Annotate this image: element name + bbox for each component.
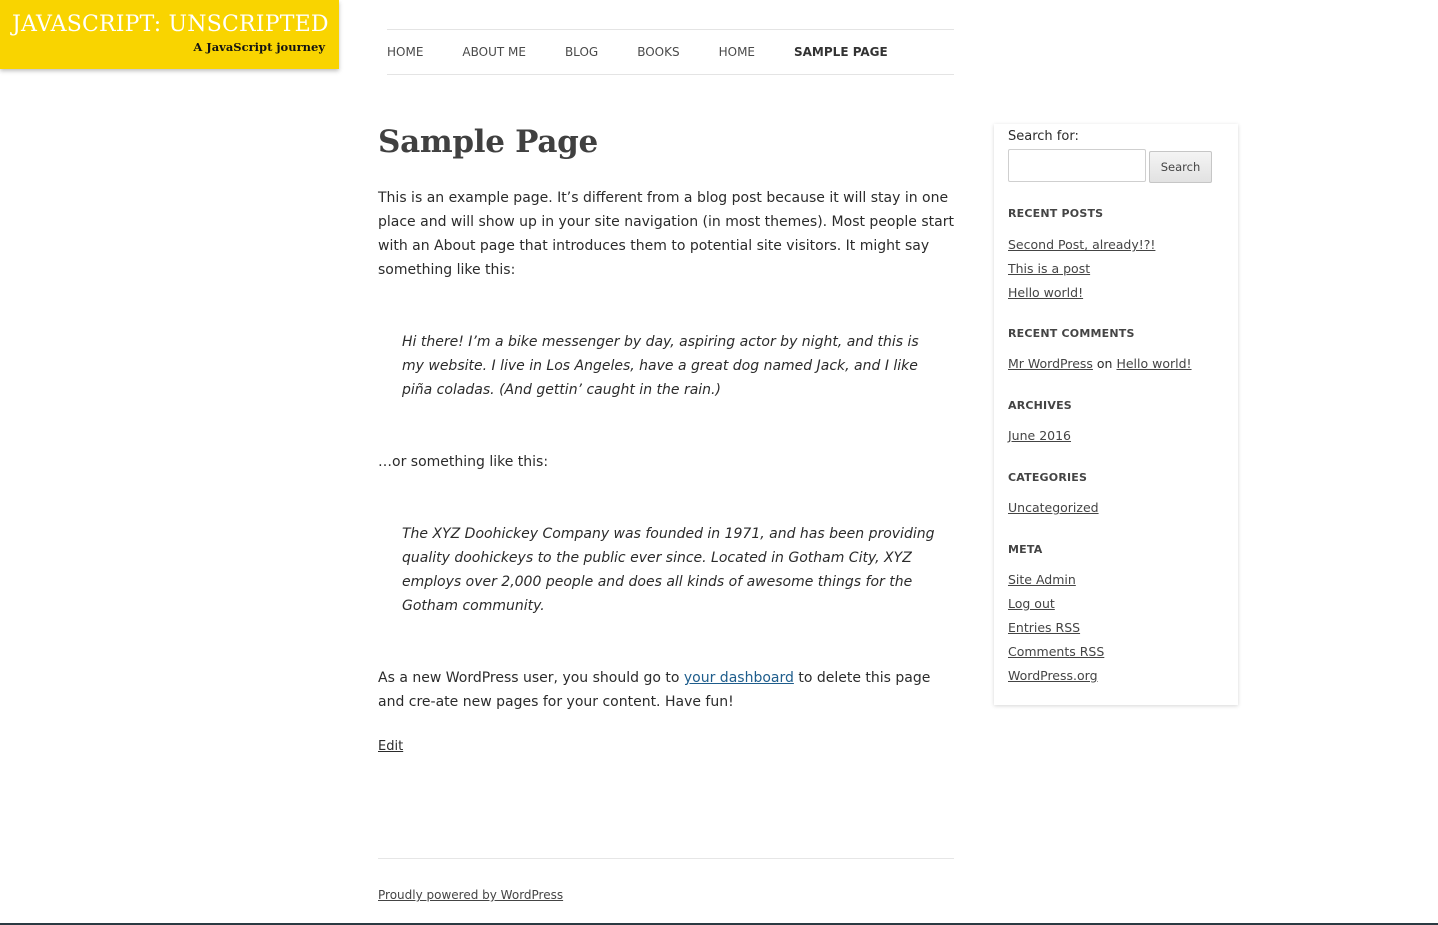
- quote-doohickey-company: The XYZ Doohickey Company was founded in…: [402, 526, 935, 614]
- comment-author-link[interactable]: Mr WordPress: [1008, 356, 1093, 371]
- page-title: Sample Page: [378, 124, 598, 160]
- archives-list: June 2016: [1008, 424, 1228, 448]
- search-button[interactable]: Search: [1149, 151, 1212, 183]
- meta-site-admin-link[interactable]: Site Admin: [1008, 572, 1076, 587]
- quote-bike-messenger: Hi there! I’m a bike messenger by day, a…: [402, 334, 919, 398]
- widget-categories: CATEGORIES Uncategorized: [1008, 470, 1228, 520]
- outro-text-before: As a new WordPress user, you should go t…: [378, 670, 684, 686]
- comment-on-text: on: [1092, 356, 1117, 371]
- recent-post-link[interactable]: Hello world!: [1008, 285, 1083, 300]
- list-item: This is a post: [1008, 257, 1228, 281]
- nav-item-about-me[interactable]: ABOUT ME: [462, 45, 526, 59]
- search-label: Search for:: [1008, 129, 1079, 144]
- list-item: Mr WordPress on Hello world!: [1008, 352, 1228, 376]
- widget-recent-comments: RECENT COMMENTS Mr WordPress on Hello wo…: [1008, 326, 1228, 376]
- main-content: Sample Page This is an example page. It’…: [378, 120, 954, 754]
- widget-recent-posts: RECENT POSTS Second Post, already!?! Thi…: [1008, 206, 1228, 305]
- meta-entries-rss-link[interactable]: Entries RSS: [1008, 620, 1080, 635]
- recent-posts-list: Second Post, already!?! This is a post H…: [1008, 233, 1228, 305]
- archives-title: ARCHIVES: [1008, 399, 1072, 412]
- list-item: Entries RSS: [1008, 616, 1228, 640]
- outro-paragraph: As a new WordPress user, you should go t…: [378, 666, 954, 714]
- widget-archives: ARCHIVES June 2016: [1008, 398, 1228, 448]
- edit-link[interactable]: Edit: [378, 739, 403, 754]
- middle-paragraph: …or something like this:: [378, 454, 549, 470]
- nav-item-books[interactable]: BOOKS: [637, 45, 679, 59]
- search-input[interactable]: [1008, 149, 1146, 182]
- footer-divider: [378, 858, 954, 859]
- meta-wordpress-org-link[interactable]: WordPress.org: [1008, 668, 1098, 683]
- recent-post-link[interactable]: This is a post: [1008, 261, 1090, 276]
- meta-title: META: [1008, 543, 1043, 556]
- main-navigation: HOME ABOUT ME BLOG BOOKS HOME SAMPLE PAG…: [387, 29, 954, 75]
- site-description: A JavaScript journey: [193, 40, 325, 54]
- categories-list: Uncategorized: [1008, 496, 1228, 520]
- nav-item-home[interactable]: HOME: [387, 45, 423, 59]
- powered-by-link[interactable]: Proudly powered by WordPress: [378, 888, 563, 902]
- site-title-link[interactable]: JAVASCRIPT: UNSCRIPTED: [12, 12, 328, 37]
- recent-posts-title: RECENT POSTS: [1008, 207, 1104, 220]
- nav-item-home-2[interactable]: HOME: [719, 45, 755, 59]
- list-item: Uncategorized: [1008, 496, 1228, 520]
- list-item: WordPress.org: [1008, 664, 1228, 688]
- list-item: Site Admin: [1008, 568, 1228, 592]
- dashboard-link[interactable]: your dashboard: [684, 670, 794, 686]
- categories-title: CATEGORIES: [1008, 471, 1088, 484]
- category-link[interactable]: Uncategorized: [1008, 500, 1099, 515]
- sidebar: Search for: Search RECENT POSTS Second P…: [994, 124, 1238, 705]
- recent-post-link[interactable]: Second Post, already!?!: [1008, 237, 1155, 252]
- nav-item-blog[interactable]: BLOG: [565, 45, 598, 59]
- archive-link[interactable]: June 2016: [1008, 428, 1071, 443]
- recent-comments-list: Mr WordPress on Hello world!: [1008, 352, 1228, 376]
- site-header-badge: JAVASCRIPT: UNSCRIPTED A JavaScript jour…: [0, 0, 339, 69]
- intro-paragraph: This is an example page. It’s different …: [378, 190, 954, 278]
- meta-comments-rss-link[interactable]: Comments RSS: [1008, 644, 1104, 659]
- list-item: Hello world!: [1008, 281, 1228, 305]
- list-item: Second Post, already!?!: [1008, 233, 1228, 257]
- meta-list: Site Admin Log out Entries RSS Comments …: [1008, 568, 1228, 688]
- nav-item-sample-page[interactable]: SAMPLE PAGE: [794, 45, 888, 59]
- list-item: Comments RSS: [1008, 640, 1228, 664]
- list-item: June 2016: [1008, 424, 1228, 448]
- comment-post-link[interactable]: Hello world!: [1116, 356, 1191, 371]
- meta-log-out-link[interactable]: Log out: [1008, 596, 1055, 611]
- recent-comments-title: RECENT COMMENTS: [1008, 327, 1135, 340]
- widget-meta: META Site Admin Log out Entries RSS Comm…: [1008, 542, 1228, 688]
- list-item: Log out: [1008, 592, 1228, 616]
